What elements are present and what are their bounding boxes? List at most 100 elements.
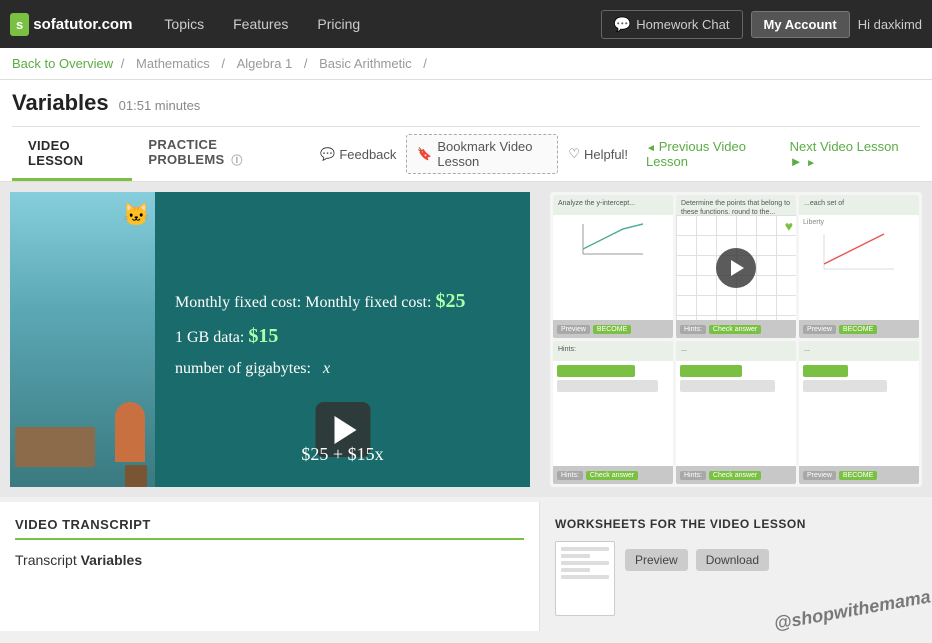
breadcrumb-sep1: / <box>121 56 125 71</box>
ws-progress-bar-1 <box>557 365 635 377</box>
ws-card-1-body <box>553 215 673 320</box>
ws-play-button[interactable] <box>716 248 756 288</box>
ws-card-4-hints: Hints: <box>557 471 583 480</box>
ws-bottom-buttons: Preview Download <box>625 549 769 571</box>
logo-text: sofatutor.com <box>33 16 132 33</box>
ws-card-6-become-btn[interactable]: BECOME <box>839 471 877 480</box>
worksheet-thumbnail <box>555 541 615 616</box>
download-button[interactable]: Download <box>696 549 769 571</box>
nav-pricing[interactable]: Pricing <box>305 10 372 38</box>
ws-card-5-footer: Hints: Check answer <box>676 466 796 484</box>
video-player[interactable]: 🐱 Monthly fixed cost: Monthly fixed cost… <box>10 192 530 487</box>
helpful-button[interactable]: ♡ Helpful! <box>568 146 628 162</box>
nav-topics[interactable]: Topics <box>152 10 216 38</box>
worksheets-title: WORKSHEETS FOR THE VIDEO LESSON <box>555 517 917 531</box>
ws-card-5-answer-btn[interactable]: Check answer <box>709 471 761 480</box>
tab-practice-problems[interactable]: PRACTICE PROBLEMS ⓘ <box>132 127 310 181</box>
ws-card-5-hints: Hints: <box>680 471 706 480</box>
worksheet-card-6: ... Preview BECOME <box>799 341 919 484</box>
bookmark-button[interactable]: 🔖 Bookmark Video Lesson <box>406 134 558 174</box>
ws-card-2-header: Determine the points that belong to thes… <box>676 195 796 215</box>
tabs-bar: VIDEO LESSON PRACTICE PROBLEMS ⓘ 💬 Feedb… <box>12 126 920 181</box>
tab-video-lesson[interactable]: VIDEO LESSON <box>12 128 132 181</box>
next-lesson-button[interactable]: Next Video Lesson ► <box>782 139 910 169</box>
next-arrow-icon: ► <box>790 154 803 169</box>
ws-progress-bar-6 <box>803 380 887 392</box>
breadcrumb-sep3: / <box>304 56 308 71</box>
breadcrumb-back-link[interactable]: Back to Overview <box>12 56 113 71</box>
right-panel: Analyze the y-intercept... <box>540 192 932 487</box>
ws-progress-bar-4 <box>680 380 775 392</box>
feedback-button[interactable]: 💬 Feedback <box>320 147 396 162</box>
nav-links: Topics Features Pricing <box>152 10 600 38</box>
cat-decoration: 🐱 <box>123 202 150 228</box>
logo[interactable]: s sofatutor.com <box>10 13 132 36</box>
main-content: 🐱 Monthly fixed cost: Monthly fixed cost… <box>0 182 932 497</box>
ws-card-1-footer: Preview BECOME <box>553 320 673 338</box>
feedback-icon: 💬 <box>320 147 335 161</box>
breadcrumb: Back to Overview / Mathematics / Algebra… <box>0 48 932 80</box>
worksheet-card-5: ... Hints: Check answer <box>676 341 796 484</box>
ws-card-1-become-btn[interactable]: BECOME <box>593 325 631 334</box>
stool-decoration <box>125 465 147 487</box>
bottom-section: VIDEO TRANSCRIPT Transcript Variables WO… <box>0 502 932 631</box>
helpful-label: Helpful! <box>584 147 628 162</box>
ws-card-6-preview-btn[interactable]: Preview <box>803 471 836 480</box>
ws-card-3-body: Liberty <box>799 215 919 320</box>
logo-icon: s <box>10 13 29 36</box>
breadcrumb-algebra: Algebra 1 <box>237 56 293 71</box>
ws-card-4-answer-btn[interactable]: Check answer <box>586 471 638 480</box>
worksheet-actions: Preview Download <box>625 541 769 571</box>
worksheet-card-4: Hints: Hints: Check answer <box>553 341 673 484</box>
ws-card-5-body <box>676 361 796 466</box>
play-icon <box>334 416 356 444</box>
worksheet-card-3: ...each set of Liberty Preview BECOME <box>799 195 919 338</box>
video-scene-illustration: 🐱 <box>10 192 155 487</box>
transcript-prefix: Transcript <box>15 552 77 568</box>
worksheet-card-1: Analyze the y-intercept... <box>553 195 673 338</box>
ws-card-2-footer: Hints: Check answer <box>676 320 796 338</box>
transcript-text: Transcript Variables <box>15 550 524 571</box>
ws-card-4-footer: Hints: Check answer <box>553 466 673 484</box>
ws-progress-bar-2 <box>557 380 658 392</box>
navbar: s sofatutor.com Topics Features Pricing … <box>0 0 932 48</box>
ws-card-4-header: Hints: <box>553 341 673 361</box>
feedback-label: Feedback <box>339 147 396 162</box>
person-decoration <box>115 402 145 462</box>
lesson-title-row: Variables 01:51 minutes <box>12 90 920 116</box>
ws-progress-bar-5 <box>803 365 848 377</box>
ws-card-4-body <box>553 361 673 466</box>
ws-card-2-answer-btn[interactable]: Check answer <box>709 325 761 334</box>
bed-decoration <box>15 427 95 467</box>
page-header: Variables 01:51 minutes VIDEO LESSON PRA… <box>0 80 932 182</box>
video-main-content: Monthly fixed cost: Monthly fixed cost: … <box>155 192 530 487</box>
chat-icon: 💬 <box>614 16 631 33</box>
transcript-title: VIDEO TRANSCRIPT <box>15 517 524 540</box>
bookmark-icon: 🔖 <box>417 147 432 161</box>
video-column: 🐱 Monthly fixed cost: Monthly fixed cost… <box>0 192 540 487</box>
ws-card-3-footer: Preview BECOME <box>799 320 919 338</box>
ws-card-6-header: ... <box>799 341 919 361</box>
video-text-lines: Monthly fixed cost: Monthly fixed cost: … <box>175 290 510 390</box>
ws-graph-3 <box>803 229 915 274</box>
prev-lesson-button[interactable]: Previous Video Lesson <box>638 139 772 169</box>
ws-card-1-preview-btn[interactable]: Preview <box>557 325 590 334</box>
ws-card-3-header: ...each set of <box>799 195 919 215</box>
my-account-button[interactable]: My Account <box>751 11 850 38</box>
ws-card-6-body <box>799 361 919 466</box>
ws-play-icon <box>731 260 744 276</box>
bookmark-label: Bookmark Video Lesson <box>437 139 547 169</box>
worksheet-card-2[interactable]: Determine the points that belong to thes… <box>676 195 796 338</box>
preview-button[interactable]: Preview <box>625 549 688 571</box>
nav-features[interactable]: Features <box>221 10 300 38</box>
breadcrumb-mathematics: Mathematics <box>136 56 210 71</box>
ws-card-3-preview-btn[interactable]: Preview <box>803 325 836 334</box>
worksheet-preview-grid: Analyze the y-intercept... <box>550 192 922 487</box>
ws-card-1-header: Analyze the y-intercept... <box>553 195 673 215</box>
transcript-column: VIDEO TRANSCRIPT Transcript Variables <box>0 502 540 631</box>
ws-card-3-become-btn[interactable]: BECOME <box>839 325 877 334</box>
homework-chat-button[interactable]: 💬 Homework Chat <box>601 10 743 39</box>
ws-card-2-body: ♥ <box>676 215 796 320</box>
tab-actions: 💬 Feedback 🔖 Bookmark Video Lesson ♡ Hel… <box>310 134 920 174</box>
video-line-3: number of gigabytes: x <box>175 360 510 378</box>
